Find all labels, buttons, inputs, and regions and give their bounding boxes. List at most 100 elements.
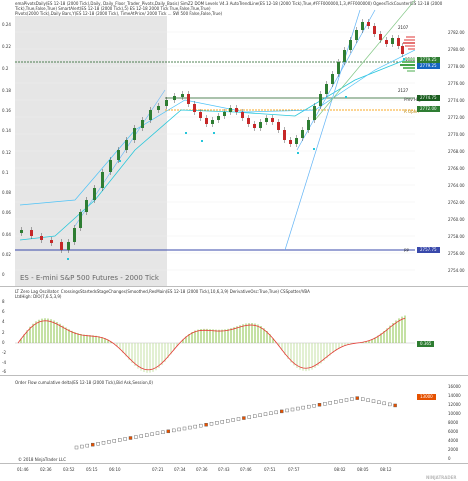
- left-tick: 0.08: [2, 190, 11, 195]
- delta-box: [231, 418, 235, 422]
- candle-body: [241, 112, 244, 118]
- delta-box: [171, 428, 176, 433]
- osc-tick: -2: [2, 350, 6, 355]
- price-tick: 2778.00: [448, 64, 465, 69]
- delta-box: [209, 422, 214, 426]
- oscillator-plot[interactable]: [15, 287, 415, 375]
- watermark: ES - E-mini S&P 500 Futures - 2000 Tick: [20, 274, 159, 282]
- delta-box: [317, 403, 322, 407]
- price-tick: 2770.00: [448, 132, 465, 137]
- oscillator-panel[interactable]: LT Zero Lag Oscillator: CrossingsStarted…: [0, 287, 468, 375]
- oscillator-value-tag: 0.365: [417, 341, 435, 347]
- delta-box: [85, 443, 90, 448]
- price-tag-ask: 2779.25: [417, 63, 440, 69]
- delta-box: [285, 408, 289, 413]
- delta-box: [155, 431, 160, 435]
- candle-body: [93, 188, 96, 200]
- delta-box: [328, 401, 332, 405]
- delta-box: [101, 441, 106, 445]
- delta-box: [361, 397, 365, 401]
- osc-tick: -4: [2, 360, 6, 365]
- candle-body: [157, 106, 160, 110]
- orderflow-scale[interactable]: 16000 14000 12000 10000 8000 6000 4000 2…: [415, 376, 468, 463]
- candle-body: [165, 100, 168, 106]
- delta-box: [382, 401, 386, 406]
- candle-body: [205, 118, 208, 124]
- candle-body: [141, 120, 144, 128]
- candle-body: [67, 242, 70, 250]
- candle-body: [235, 108, 238, 112]
- delta-box: [134, 435, 138, 439]
- candle-body: [307, 120, 310, 130]
- orderflow-value-tag: 13000: [417, 394, 436, 400]
- osc-tick: 6: [2, 309, 5, 314]
- delta-box: [296, 406, 300, 411]
- time-axis[interactable]: 01:46 02:36 03:52 05:15 06:10 07:21 07:3…: [0, 463, 468, 481]
- candle-body: [337, 62, 340, 74]
- delta-box: [377, 400, 381, 404]
- delta-box: [344, 398, 349, 402]
- pivot-marker: [313, 148, 315, 150]
- price-tick: 2768.00: [448, 149, 465, 154]
- candle-body: [283, 130, 286, 140]
- delta-box: [301, 405, 305, 410]
- pivot-marker: [345, 96, 347, 98]
- candle-body: [40, 236, 43, 240]
- candle-body: [301, 130, 304, 138]
- pp-label: pp: [404, 247, 410, 252]
- candle-body: [247, 118, 250, 124]
- price-tick: 2774.00: [448, 98, 465, 103]
- candle-body: [325, 84, 328, 94]
- osc-tick: 8: [2, 299, 5, 304]
- pivot-marker: [119, 160, 121, 162]
- delta-box: [96, 441, 100, 446]
- candle-body: [50, 240, 53, 243]
- delta-box: [166, 429, 171, 434]
- osc-tick: -6: [2, 369, 6, 374]
- left-tick: 0.1: [2, 170, 9, 175]
- candle-body: [199, 112, 202, 118]
- delta-box: [258, 413, 262, 417]
- price-tick: 2766.00: [448, 166, 465, 171]
- time-label: 07:46: [240, 467, 252, 472]
- price-plot[interactable]: [15, 0, 415, 286]
- price-tick: 2776.00: [448, 81, 465, 86]
- delta-box: [225, 419, 230, 423]
- delta-box: [220, 420, 225, 424]
- of-tick: 4000: [448, 438, 459, 443]
- delta-box: [247, 415, 252, 419]
- price-tick: 2762.00: [448, 200, 465, 205]
- candle-body: [173, 96, 176, 100]
- candle-body: [79, 212, 82, 228]
- time-label: 07:36: [196, 467, 208, 472]
- candle-body: [193, 104, 196, 112]
- delta-box: [139, 434, 144, 438]
- delta-box: [393, 403, 397, 408]
- delta-box: [90, 442, 95, 447]
- price-scale[interactable]: 2782.00 2780.00 2778.00 2776.00 2774.00 …: [415, 0, 468, 286]
- candle-body: [181, 94, 184, 97]
- delta-box: [252, 414, 257, 418]
- orderflow-plot[interactable]: [15, 376, 415, 463]
- of-tick: 10000: [448, 411, 461, 416]
- candle-body: [60, 242, 63, 250]
- time-label: 08:02: [334, 467, 346, 472]
- orderflow-panel[interactable]: Order Flow cumulative delta(ES 12-18 (20…: [0, 376, 468, 463]
- delta-box: [74, 445, 79, 450]
- price-panel[interactable]: emaPivotsDaily(ES 12-18 (2000 Tick),Dail…: [0, 0, 468, 286]
- delta-box: [123, 437, 127, 441]
- delta-box: [161, 430, 165, 434]
- of-tick: 12000: [448, 402, 461, 407]
- candle-body: [73, 228, 76, 242]
- delta-box: [339, 399, 343, 403]
- delta-box: [128, 436, 133, 440]
- pivot-marker: [185, 132, 187, 134]
- of-tick: 16000: [448, 384, 461, 389]
- time-label: 05:15: [86, 467, 98, 472]
- delta-box: [177, 427, 181, 432]
- price-tick: 2760.00: [448, 217, 465, 222]
- left-tick: 0.12: [2, 150, 11, 155]
- left-tick: 0.14: [2, 128, 11, 133]
- candle-body: [149, 110, 152, 120]
- delta-box: [263, 412, 268, 416]
